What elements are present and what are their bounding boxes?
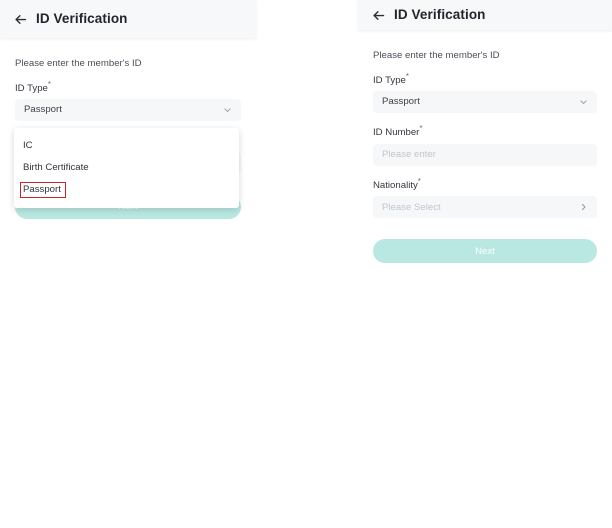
id-number-label-text: ID Number xyxy=(373,127,420,139)
dropdown-option-label: Birth Certificate xyxy=(23,162,89,174)
id-number-placeholder: Please enter xyxy=(382,148,436,160)
page-title: ID Verification xyxy=(36,11,128,27)
next-button-label: Next xyxy=(475,245,495,257)
dropdown-option-label: Passport xyxy=(20,182,66,198)
chevron-down-icon[interactable] xyxy=(223,106,232,115)
required-asterisk: * xyxy=(47,79,52,89)
dropdown-option-passport[interactable]: Passport xyxy=(14,179,239,201)
id-type-label-text: ID Type xyxy=(373,74,406,86)
id-type-value: Passport xyxy=(382,96,420,108)
app-header-left: ID Verification xyxy=(0,0,256,38)
id-type-select[interactable]: Passport xyxy=(15,99,241,122)
chevron-right-icon[interactable] xyxy=(579,203,588,212)
dropdown-option-birth-certificate[interactable]: Birth Certificate xyxy=(14,157,239,179)
id-number-label: ID Number* xyxy=(373,125,597,139)
dropdown-option-ic[interactable]: IC xyxy=(14,135,239,157)
nationality-select[interactable]: Please Select xyxy=(373,196,597,219)
required-asterisk: * xyxy=(419,124,423,133)
id-type-select[interactable]: Passport xyxy=(373,91,597,114)
required-asterisk: * xyxy=(417,176,421,186)
id-type-value: Passport xyxy=(24,104,62,116)
nationality-placeholder: Please Select xyxy=(382,201,441,213)
back-arrow-icon[interactable] xyxy=(13,12,28,27)
id-type-label-text: ID Type xyxy=(15,82,48,94)
app-header-right: ID Verification xyxy=(358,0,612,30)
back-arrow-icon[interactable] xyxy=(371,8,386,23)
dropdown-option-label: IC xyxy=(23,140,33,152)
id-type-label: ID Type* xyxy=(373,72,597,86)
nationality-label: Nationality* xyxy=(373,177,597,191)
intro-text: Please enter the member's ID xyxy=(15,58,142,69)
form-body-right: Please enter the member's ID ID Type* Pa… xyxy=(358,30,612,264)
nationality-label-text: Nationality xyxy=(373,179,418,191)
page-title: ID Verification xyxy=(394,7,486,23)
id-number-input[interactable]: Please enter xyxy=(373,143,597,166)
left-phone-panel: ID Verification Please enter the member'… xyxy=(0,0,256,300)
required-asterisk: * xyxy=(405,71,410,81)
id-type-label: ID Type* xyxy=(15,80,241,94)
next-button[interactable]: Next xyxy=(373,239,597,264)
right-phone-panel: ID Verification Please enter the member'… xyxy=(358,0,612,300)
chevron-down-icon[interactable] xyxy=(579,98,588,107)
intro-text: Please enter the member's ID xyxy=(373,50,500,61)
id-type-dropdown-list[interactable]: IC Birth Certificate Passport xyxy=(14,128,239,208)
